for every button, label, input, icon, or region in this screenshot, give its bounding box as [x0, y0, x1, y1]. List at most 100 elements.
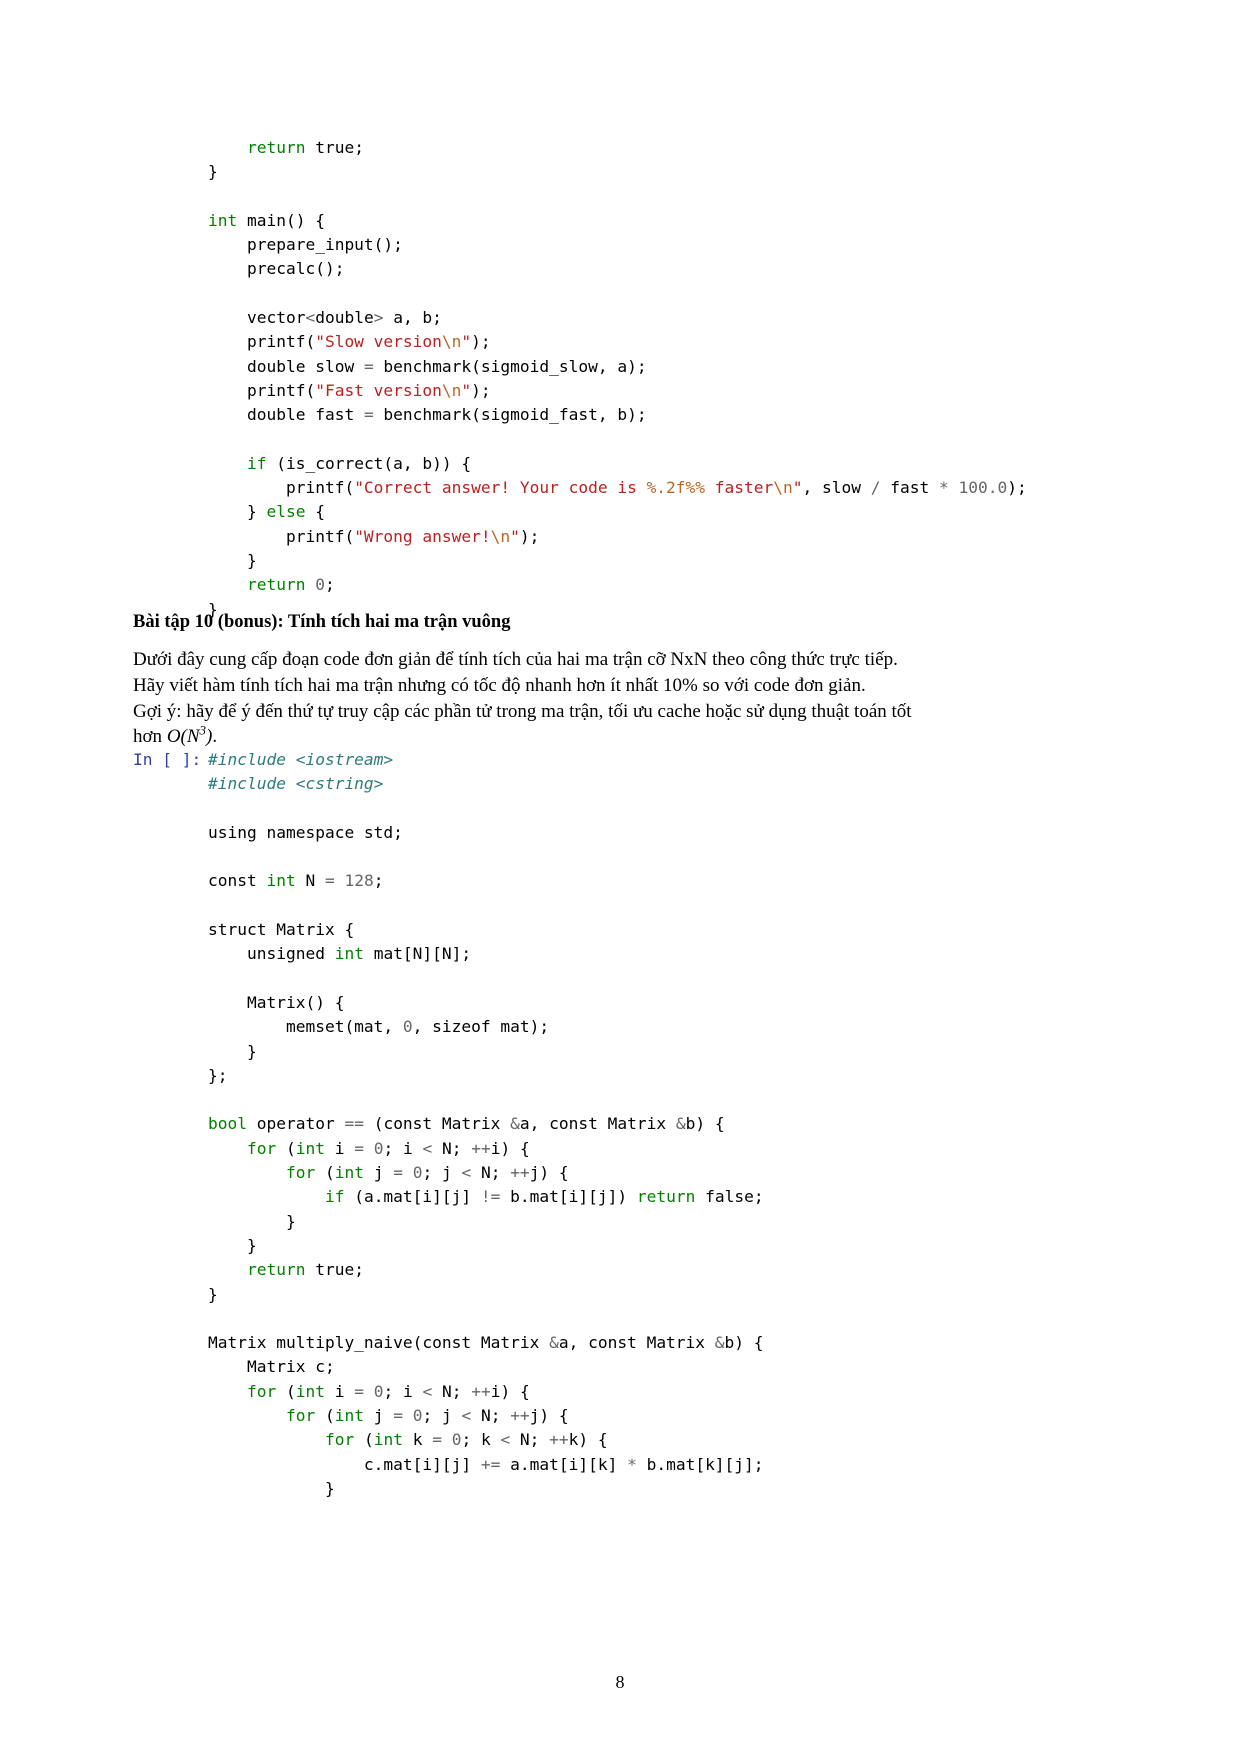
code-token: if: [246, 453, 267, 473]
code-token: =: [354, 1381, 364, 1401]
code-token: }: [208, 502, 267, 522]
code-token: ++: [549, 1430, 569, 1450]
code-token: <: [461, 1163, 472, 1183]
complexity-expression: O(N3): [167, 724, 213, 747]
code-token: !=: [480, 1187, 501, 1207]
code-token: }: [208, 551, 257, 571]
code-line: if (is_correct(a, b)) {: [208, 452, 1027, 476]
code-token: \n: [441, 332, 462, 352]
code-token: prepare_input();: [208, 235, 403, 255]
code-token: \n: [773, 478, 793, 498]
code-token: ;: [373, 871, 384, 891]
code-token: , slow: [802, 478, 871, 498]
exercise-heading: Bài tập 10 (bonus): Tính tích hai ma trậ…: [133, 612, 511, 632]
code-line: for (int i = 0; i < N; ++i) {: [208, 1380, 764, 1404]
code-token: fast: [880, 478, 939, 498]
code-token: mat[N][N];: [363, 944, 472, 964]
code-token: (: [276, 1381, 296, 1401]
code-token: <: [305, 308, 316, 328]
code-token: c.mat[i][j]: [208, 1454, 481, 1474]
code-token: }: [208, 1284, 218, 1304]
code-token: (: [276, 1138, 296, 1158]
code-token: int: [266, 871, 296, 891]
code-token: j) {: [529, 1406, 569, 1426]
document-page: return true;} int main() { prepare_input…: [0, 0, 1240, 1753]
code-line: }: [208, 160, 1027, 184]
code-token: <: [461, 1406, 472, 1426]
code-token: \n: [490, 526, 511, 546]
code-token: 128: [344, 871, 374, 891]
code-token: printf(: [208, 332, 316, 352]
code-token: *: [627, 1454, 637, 1474]
paragraph-line: Hãy viết hàm tính tích hai ma trận nhưng…: [133, 674, 866, 696]
code-token: Matrix multiply_naive(const Matrix: [208, 1333, 550, 1353]
exercise-description: Dưới đây cung cấp đoạn code đơn giản để …: [133, 647, 1123, 750]
code-line: const int N = 128;: [208, 869, 764, 893]
code-token: #include <iostream>: [208, 750, 394, 769]
code-token: (a.mat[i][j]: [344, 1187, 481, 1207]
code-token: &: [510, 1114, 520, 1134]
paragraph-line: Gợi ý: hãy để ý đến thứ tự truy cập các …: [133, 700, 912, 722]
paragraph-text-end: .: [212, 726, 218, 748]
code-token: }: [208, 1211, 296, 1231]
code-line: for (int j = 0; j < N; ++j) {: [208, 1161, 764, 1185]
code-token: int: [295, 1138, 325, 1158]
code-token: #include <cstring>: [208, 774, 384, 794]
code-token: 0: [315, 575, 325, 595]
code-line: printf("Slow version\n");: [208, 330, 1027, 354]
code-token: }: [208, 1235, 257, 1255]
code-token: b.mat[k][j];: [636, 1454, 764, 1474]
paragraph-line: Dưới đây cung cấp đoạn code đơn giản để …: [133, 649, 898, 670]
code-line: }: [208, 1040, 764, 1064]
code-token: (: [315, 1163, 335, 1183]
code-line: }: [208, 1210, 764, 1234]
paragraph-line-math: hơn O(N3).: [133, 724, 1123, 750]
code-token: bool: [208, 1114, 247, 1134]
code-token: "Correct answer! Your code is: [354, 478, 647, 498]
code-token: double fast: [208, 405, 364, 425]
code-token: );: [1007, 478, 1027, 498]
notebook-input-prompt: In [ ]:: [133, 750, 202, 769]
code-token: %.2f%%: [646, 478, 706, 498]
code-token: for: [285, 1163, 316, 1183]
code-token: );: [471, 332, 491, 352]
code-token: return: [246, 1260, 306, 1280]
code-line: }: [208, 549, 1027, 573]
code-line: };: [208, 1064, 764, 1088]
code-token: int: [373, 1430, 403, 1450]
code-token: i: [324, 1138, 355, 1158]
code-line: printf("Wrong answer!\n");: [208, 525, 1027, 549]
code-block-sigmoid-main[interactable]: return true;} int main() { prepare_input…: [208, 136, 1027, 622]
code-token: ; i: [383, 1381, 423, 1401]
code-token: N;: [471, 1406, 511, 1426]
code-token: ++: [471, 1381, 491, 1401]
code-token: =: [363, 356, 374, 376]
code-token: <: [500, 1430, 511, 1450]
code-token: &: [675, 1114, 686, 1134]
code-token: if: [324, 1187, 345, 1207]
code-token: =: [393, 1163, 403, 1183]
code-token: j: [363, 1163, 394, 1183]
code-block-matrix-multiply[interactable]: #include <iostream> #include <cstring> us…: [208, 748, 764, 1501]
code-token: &: [714, 1333, 725, 1353]
code-token: }: [208, 162, 218, 182]
code-token: for: [285, 1406, 316, 1426]
code-token: ==: [344, 1114, 364, 1134]
code-token: =: [363, 405, 374, 425]
code-token: }: [208, 1041, 257, 1061]
code-token: b) {: [685, 1114, 725, 1134]
code-token: using namespace std;: [208, 822, 403, 842]
code-token: const: [208, 871, 267, 891]
